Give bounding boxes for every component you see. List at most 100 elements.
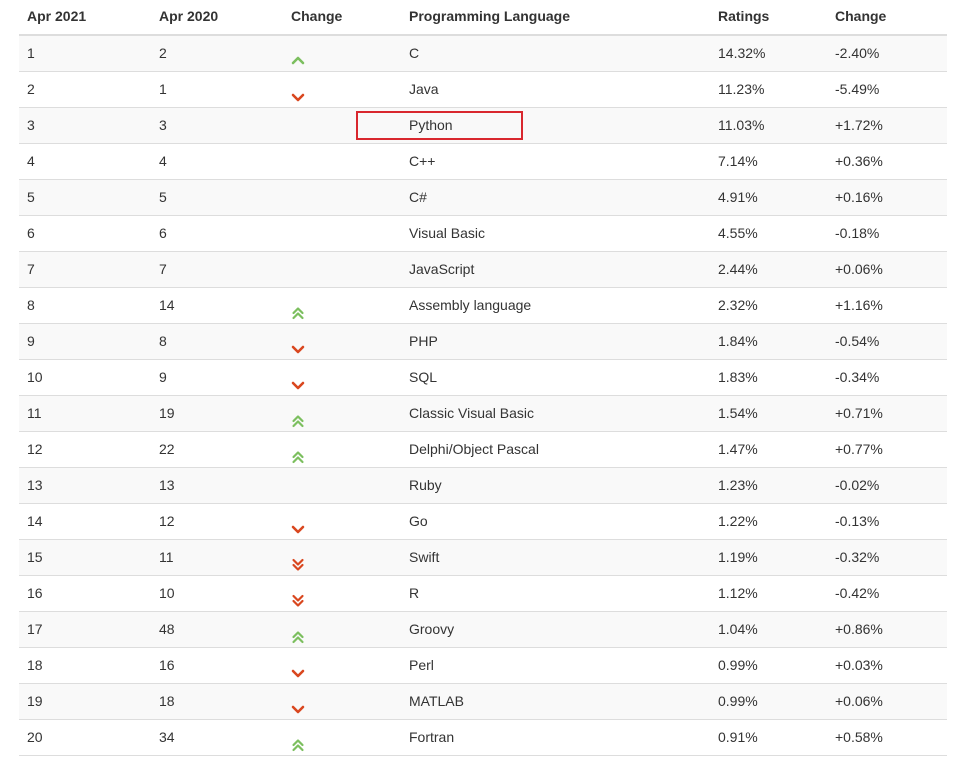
language-cell: Swift [409,549,440,565]
previous-rank-cell: 16 [159,657,175,673]
previous-rank-cell: 4 [159,153,167,169]
trend-down-icon [291,514,305,534]
change-cell: +0.86% [835,621,883,637]
language-cell: C++ [409,153,436,169]
previous-rank-cell: 1 [159,81,167,97]
table-row: 12 22 Delphi/Object Pascal 1.47% +0.77% [19,432,947,468]
rating-cell: 0.91% [718,729,758,745]
table-row: 9 8 PHP 1.84% -0.54% [19,324,947,360]
previous-rank-cell: 48 [159,621,175,637]
change-cell: +1.16% [835,297,883,313]
previous-rank-cell: 9 [159,369,167,385]
change-cell: -5.49% [835,81,880,97]
language-cell: PHP [409,333,438,349]
table-row: 7 7 JavaScript 2.44% +0.06% [19,252,947,288]
rating-cell: 1.22% [718,513,758,529]
change-cell: +1.72% [835,117,883,133]
table-body: 1 2 C 14.32% -2.40% 2 1 Java 11.23% -5.49% 3 3 Pytho… [19,36,947,756]
rank-cell: 14 [27,513,43,529]
language-cell: C [409,45,420,61]
language-cell: Fortran [409,729,455,745]
rank-cell: 15 [27,549,43,565]
table-row: 20 34 Fortran 0.91% +0.58% [19,720,947,756]
language-cell: MATLAB [409,693,464,709]
rating-cell: 4.91% [718,189,758,205]
language-cell: Java [409,81,439,97]
previous-rank-cell: 22 [159,441,175,457]
language-cell: Perl [409,657,434,673]
rating-cell: 1.54% [718,405,758,421]
rating-cell: 4.55% [718,225,758,241]
language-cell: Assembly language [409,297,532,313]
change-cell: +0.06% [835,693,883,709]
rank-cell: 8 [27,297,35,313]
rating-cell: 1.83% [718,369,758,385]
language-cell: Groovy [409,621,455,637]
previous-rank-cell: 11 [159,549,174,565]
column-header-change[interactable]: Change [835,0,886,33]
table-row: 11 19 Classic Visual Basic 1.54% +0.71% [19,396,947,432]
language-cell: JavaScript [409,261,475,277]
column-header-rank[interactable]: Apr 2021 [27,0,86,33]
rating-cell: 2.44% [718,261,758,277]
rating-cell: 1.23% [718,477,758,493]
trend-up-double-icon [291,442,305,464]
previous-rank-cell: 12 [159,513,175,529]
column-header-previous-rank[interactable]: Apr 2020 [159,0,218,33]
previous-rank-cell: 3 [159,117,167,133]
table-row: 6 6 Visual Basic 4.55% -0.18% [19,216,947,252]
rank-cell: 7 [27,261,35,277]
change-cell: +0.36% [835,153,883,169]
table-row: 19 18 MATLAB 0.99% +0.06% [19,684,947,720]
table-row: 2 1 Java 11.23% -5.49% [19,72,947,108]
change-cell: +0.16% [835,189,883,205]
column-header-trend[interactable]: Change [291,0,351,33]
rank-cell: 20 [27,729,43,745]
previous-rank-cell: 18 [159,693,175,709]
column-header-ratings[interactable]: Ratings [718,0,769,33]
rank-cell: 4 [27,153,35,169]
trend-up-double-icon [291,622,305,644]
rating-cell: 1.12% [718,585,758,601]
language-cell: Ruby [409,477,442,493]
language-cell: SQL [409,369,438,385]
table-row: 14 12 Go 1.22% -0.13% [19,504,947,540]
rank-cell: 17 [27,621,43,637]
table-row: 17 48 Groovy 1.04% +0.86% [19,612,947,648]
rank-cell: 3 [27,117,35,133]
change-cell: +0.06% [835,261,883,277]
rating-cell: 1.04% [718,621,758,637]
change-cell: -0.13% [835,513,880,529]
table-row: 10 9 SQL 1.83% -0.34% [19,360,947,396]
rating-cell: 1.47% [718,441,758,457]
change-cell: -0.54% [835,333,880,349]
previous-rank-cell: 14 [159,297,175,313]
trend-up-double-icon [291,298,305,320]
previous-rank-cell: 13 [159,477,175,493]
change-cell: +0.03% [835,657,883,673]
previous-rank-cell: 34 [159,729,175,745]
rank-cell: 10 [27,369,43,385]
change-cell: -0.18% [835,225,880,241]
column-header-language[interactable]: Programming Language [409,0,570,33]
rank-cell: 6 [27,225,35,241]
change-cell: +0.77% [835,441,883,457]
rating-cell: 0.99% [718,693,758,709]
rank-cell: 13 [27,477,43,493]
trend-up-double-icon [291,406,305,428]
rating-cell: 7.14% [718,153,758,169]
rating-cell: 2.32% [718,297,758,313]
trend-down-icon [291,82,305,102]
trend-down-double-icon [291,550,305,571]
previous-rank-cell: 10 [159,585,175,601]
table-row: 3 3 Python 11.03% +1.72% [19,108,947,144]
previous-rank-cell: 19 [159,405,175,421]
trend-down-icon [291,370,305,390]
trend-down-icon [291,658,305,678]
change-cell: +0.71% [835,405,883,421]
language-cell: R [409,585,420,601]
table-row: 13 13 Ruby 1.23% -0.02% [19,468,947,504]
rank-cell: 12 [27,441,43,457]
table-header: Apr 2021 Apr 2020 Change Programming Lan… [19,0,947,36]
trend-down-icon [291,334,305,354]
